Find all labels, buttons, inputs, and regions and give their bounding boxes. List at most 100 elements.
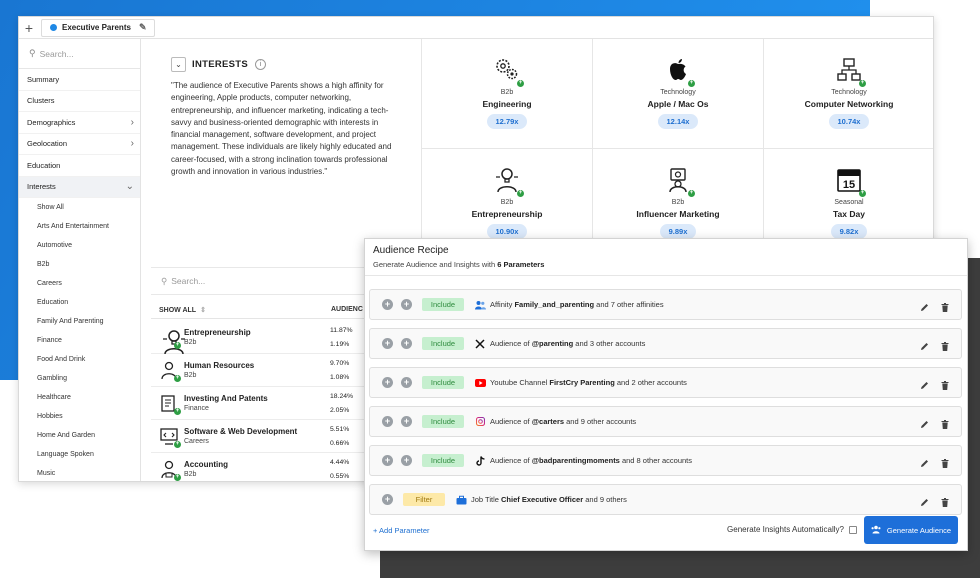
edit-icon[interactable] [920,299,929,317]
recipe-parameter-row[interactable]: + + Include Youtube Channel FirstCry Parent… [369,367,962,398]
param-suffix: and 2 other accounts [614,378,687,387]
edit-icon[interactable] [920,455,929,473]
col-show-all[interactable]: SHOW ALL ⇕ [159,306,331,314]
calendar-15-icon: 15 + [834,165,866,197]
sidebar-subitem-careers[interactable]: Careers [19,274,140,293]
sidebar-subitem-family-and-parenting[interactable]: Family And Parenting [19,312,140,331]
add-badge-icon[interactable]: + [174,474,181,481]
row-value-secondary: 1.19% [330,340,350,348]
sidebar-subitem-education[interactable]: Education [19,293,140,312]
sidebar-subitem-music[interactable]: Music [19,464,140,481]
interests-search-placeholder: Search... [171,276,206,286]
software-dev-icon: + [159,426,181,448]
card-category: Technology [660,89,696,96]
sidebar-subitem-arts-and-entertainment[interactable]: Arts And Entertainment [19,217,140,236]
add-badge-icon[interactable]: + [688,190,695,197]
interest-card[interactable]: + B2b Engineering 12.79x [422,39,593,149]
add-badge-icon[interactable]: + [174,408,181,415]
add-circle-icon[interactable]: + [382,494,393,505]
sidebar-subitem-show-all[interactable]: Show All [19,198,140,217]
sidebar-subitem-language-spoken[interactable]: Language Spoken [19,445,140,464]
interest-card[interactable]: + Technology Computer Networking 10.74x [764,39,933,149]
param-tag-include[interactable]: Include [422,415,464,428]
param-suffix: and 8 other accounts [619,456,692,465]
pencil-icon[interactable]: ✎ [139,22,147,33]
param-prefix: Affinity [490,300,515,309]
add-parameter-link[interactable]: + Add Parameter [373,526,430,535]
drag-handle-icon[interactable]: + [382,455,393,466]
sidebar-item-demographics[interactable]: Demographics › [19,112,140,134]
drag-handle-icon[interactable]: + [382,416,393,427]
param-tag-include[interactable]: Include [422,454,464,467]
sidebar-subitem-b2b[interactable]: B2b [19,255,140,274]
sort-icon[interactable]: ⇕ [200,307,206,314]
param-tag-filter[interactable]: Filter [403,493,445,506]
trash-icon[interactable] [941,416,949,434]
row-name: Investing And Patents [184,393,268,403]
add-circle-icon[interactable]: + [401,455,412,466]
add-circle-icon[interactable]: + [401,299,412,310]
sidebar-subitem-home-and-garden[interactable]: Home And Garden [19,426,140,445]
interest-card[interactable]: + Technology Apple / Mac Os 12.14x [593,39,764,149]
sidebar-search-input[interactable]: ⚲ Search... [19,39,140,69]
sidebar-subitem-gambling[interactable]: Gambling [19,369,140,388]
sidebar-subitem-automotive[interactable]: Automotive [19,236,140,255]
collapse-chevron-icon[interactable]: ⌄ [171,57,186,72]
sidebar-item-geolocation[interactable]: Geolocation › [19,134,140,155]
drag-handle-icon[interactable]: + [382,338,393,349]
col-audience[interactable]: AUDIENC [331,306,363,313]
trash-icon[interactable] [941,338,949,356]
sidebar-subitem-finance[interactable]: Finance [19,331,140,350]
param-primary: @badparentingmoments [531,456,620,465]
add-badge-icon[interactable]: + [688,80,695,87]
recipe-parameter-row[interactable]: + + Include Affinity Family_and_parenting a… [369,289,962,320]
sidebar-subitem-hobbies[interactable]: Hobbies [19,407,140,426]
add-badge-icon[interactable]: + [517,80,524,87]
row-value-secondary: 1.08% [330,373,350,381]
trash-icon[interactable] [941,377,949,395]
instagram-icon [474,416,486,428]
drag-handle-icon[interactable]: + [382,377,393,388]
trash-icon[interactable] [941,299,949,317]
sidebar-item-summary[interactable]: Summary [19,69,140,91]
recipe-parameter-row[interactable]: + + Include Audience of @carters and 9 othe… [369,406,962,437]
param-description: Affinity Family_and_parenting and 7 othe… [490,300,664,309]
recipe-parameter-row[interactable]: + + Include Audience of @badparentingmoment… [369,445,962,476]
drag-handle-icon[interactable]: + [382,299,393,310]
param-primary: @parenting [531,339,574,348]
add-circle-icon[interactable]: + [401,416,412,427]
param-prefix: Audience of [490,339,532,348]
param-tag-include[interactable]: Include [422,376,464,389]
add-circle-icon[interactable]: + [401,338,412,349]
generate-insights-toggle[interactable]: Generate Insights Automatically? [727,525,857,534]
info-icon[interactable]: i [255,59,267,70]
sidebar-item-education[interactable]: Education [19,155,140,177]
sidebar-subitem-healthcare[interactable]: Healthcare [19,388,140,407]
add-badge-icon[interactable]: + [174,342,181,349]
sidebar-item-interests[interactable]: Interests ⌄ [19,176,140,198]
trash-icon[interactable] [941,455,949,473]
add-circle-icon[interactable]: + [401,377,412,388]
search-icon: ⚲ [161,275,168,286]
add-badge-icon[interactable]: + [174,441,181,448]
sidebar-item-clusters[interactable]: Clusters [19,91,140,112]
add-badge-icon[interactable]: + [517,190,524,197]
sidebar-subitem-food-and-drink[interactable]: Food And Drink [19,350,140,369]
tab-executive-parents[interactable]: Executive Parents ✎ [41,18,156,37]
add-badge-icon[interactable]: + [859,190,866,197]
row-value-primary: 18.24% [330,392,354,400]
param-tag-include[interactable]: Include [422,337,464,350]
card-category: B2b [500,199,514,206]
edit-icon[interactable] [920,377,929,395]
add-badge-icon[interactable]: + [859,80,866,87]
plus-icon[interactable]: + [21,20,37,36]
influencer-icon: + [663,165,695,197]
edit-icon[interactable] [920,338,929,356]
generate-audience-button[interactable]: Generate Audience [864,516,958,544]
interest-cards-grid: + B2b Engineering 12.79x + Technology Apple / … [421,39,933,259]
param-tag-include[interactable]: Include [422,298,464,311]
generate-insights-checkbox[interactable] [849,525,857,534]
edit-icon[interactable] [920,416,929,434]
recipe-parameter-row[interactable]: + + Include Audience of @parenting and 3 ot… [369,328,962,359]
add-badge-icon[interactable]: + [174,375,181,382]
